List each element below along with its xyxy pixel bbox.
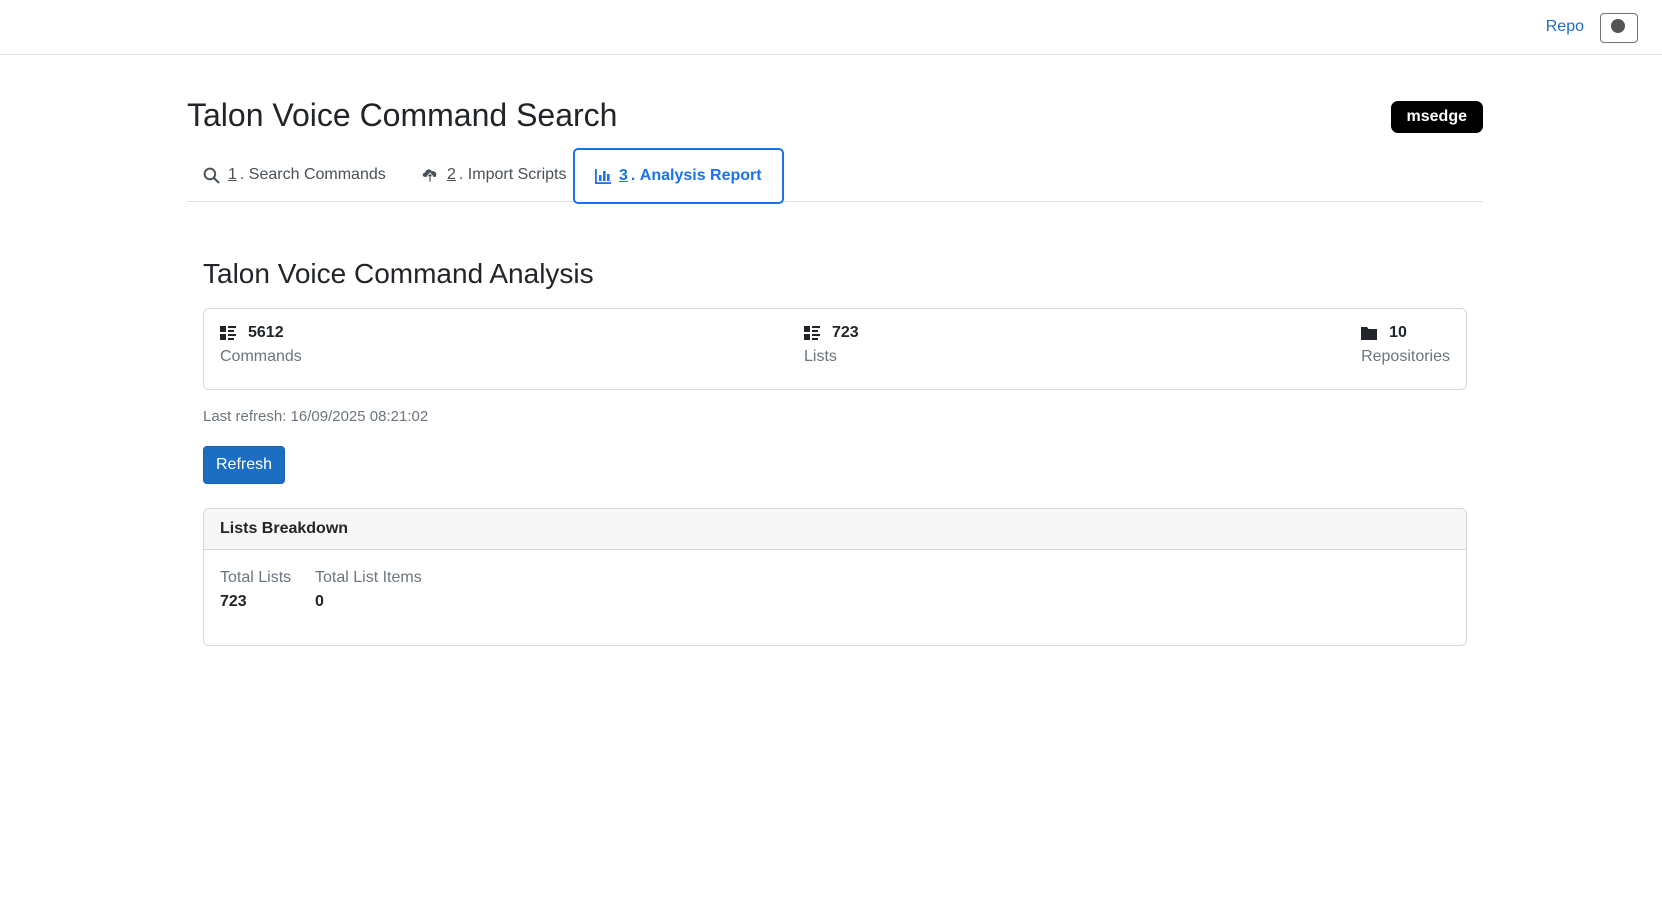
- repo-link[interactable]: Repo: [1546, 18, 1584, 36]
- bar-chart-icon: [595, 168, 611, 184]
- stat-value: 723: [832, 324, 859, 341]
- tab-import-scripts[interactable]: 2. Import Scripts: [405, 149, 582, 201]
- breakdown-header: Lists Breakdown: [204, 509, 1466, 550]
- search-icon: [203, 167, 220, 183]
- stat-label: Commands: [220, 348, 302, 365]
- tab-number: 1: [228, 166, 237, 183]
- tab-label: Search Commands: [248, 166, 386, 183]
- stat-value: 10: [1389, 324, 1407, 341]
- total-lists-label: Total Lists: [220, 569, 292, 586]
- total-list-items-value: 0: [315, 593, 324, 610]
- refresh-button[interactable]: Refresh: [203, 446, 285, 484]
- stat-repositories: 10 Repositories: [1361, 324, 1450, 366]
- tab-search-commands[interactable]: 1. Search Commands: [187, 149, 402, 201]
- tab-number: 2: [447, 166, 456, 183]
- analysis-title: Talon Voice Command Analysis: [203, 258, 594, 289]
- tab-label: Analysis Report: [639, 167, 762, 184]
- last-refresh-text: Last refresh: 16/09/2025 08:21:02: [203, 408, 429, 425]
- stats-card: 5612 Commands 723 Lists 10 Repositories: [203, 308, 1467, 390]
- folder-icon: [1361, 327, 1378, 340]
- cloud-upload-icon: [422, 169, 437, 183]
- tab-bar: 1. Search Commands 2. Import Scripts 3. …: [187, 148, 1483, 204]
- stat-label: Repositories: [1361, 348, 1450, 365]
- lists-breakdown-card: Lists Breakdown Total Lists 723 Total Li…: [203, 508, 1467, 646]
- stat-commands: 5612 Commands: [220, 324, 302, 366]
- stat-lists: 723 Lists: [804, 324, 859, 366]
- list-icon: [804, 326, 820, 340]
- toggle-knob-icon: [1611, 19, 1625, 33]
- tab-label: Import Scripts: [467, 166, 567, 183]
- total-lists-value: 723: [220, 593, 247, 610]
- page-title: Talon Voice Command Search: [187, 97, 618, 133]
- tab-number: 3: [619, 167, 628, 184]
- total-list-items: Total List Items 0: [315, 569, 422, 611]
- tab-analysis-report[interactable]: 3. Analysis Report: [573, 148, 784, 204]
- total-list-items-label: Total List Items: [315, 569, 422, 586]
- stat-value: 5612: [248, 324, 284, 341]
- list-icon: [220, 326, 236, 340]
- stat-label: Lists: [804, 348, 837, 365]
- browser-badge: msedge: [1390, 101, 1483, 133]
- theme-toggle-button[interactable]: [1600, 13, 1638, 43]
- total-lists: Total Lists 723: [220, 569, 291, 611]
- top-bar: Repo: [0, 0, 1662, 55]
